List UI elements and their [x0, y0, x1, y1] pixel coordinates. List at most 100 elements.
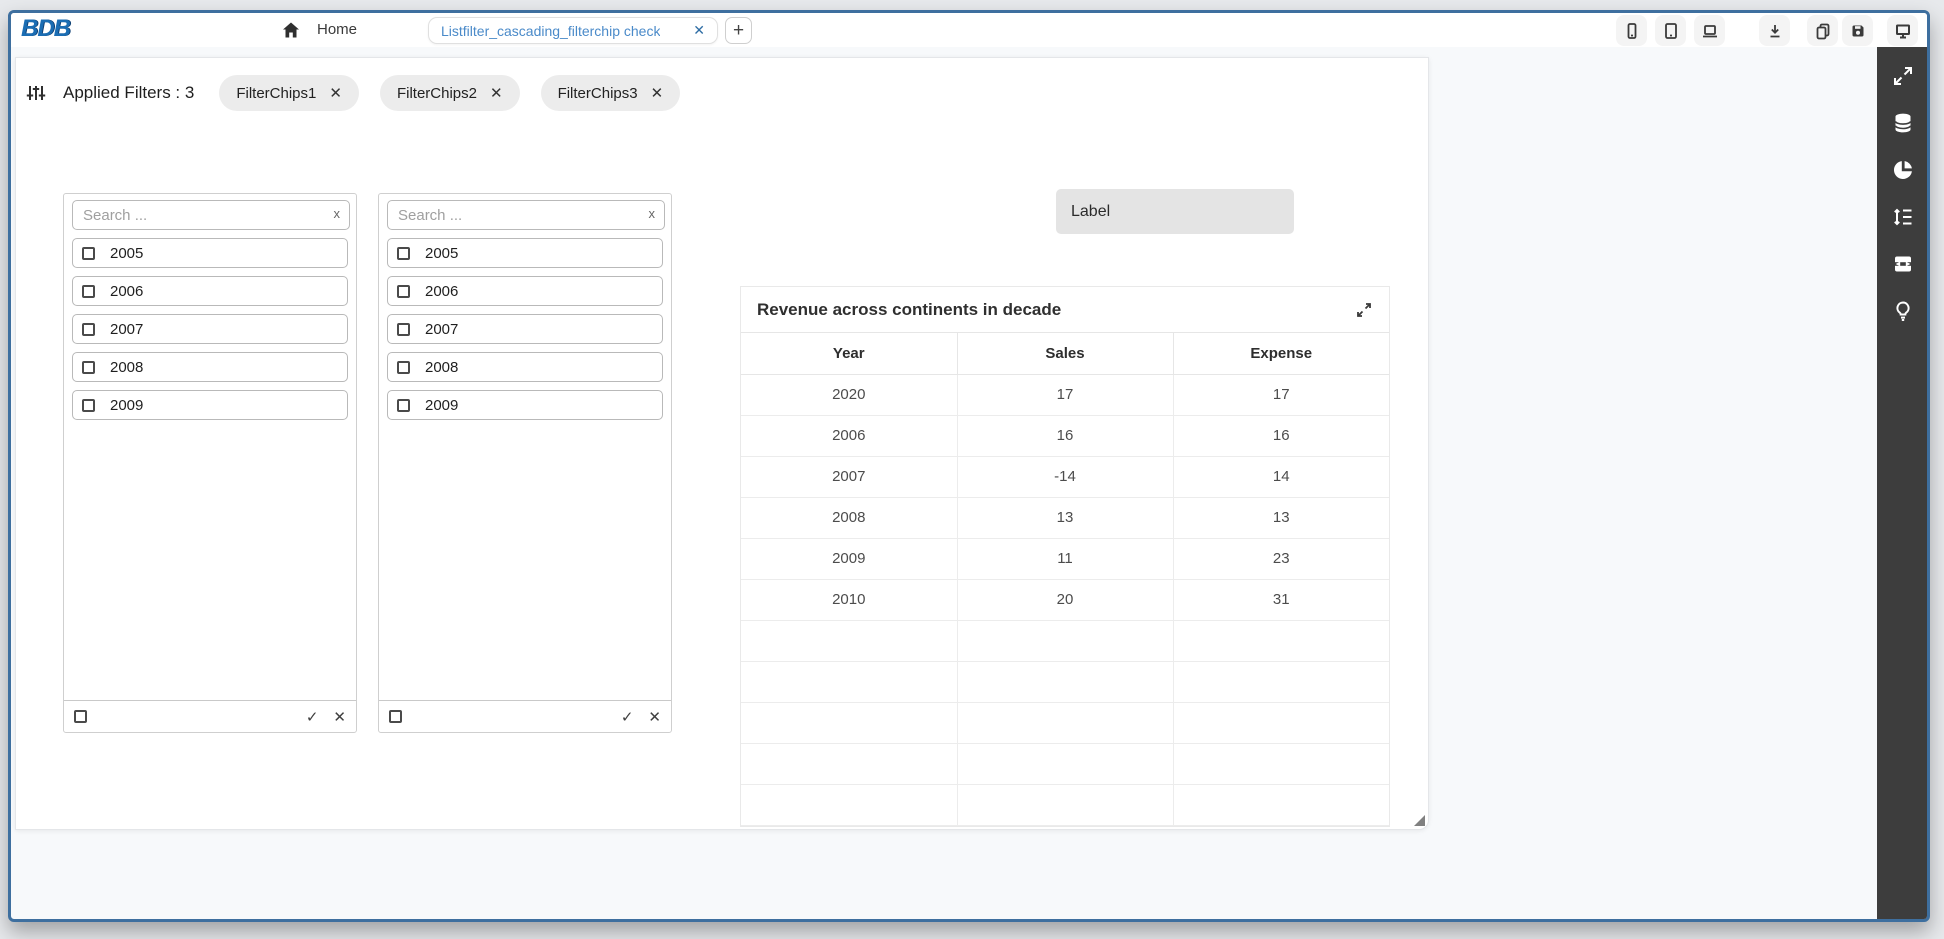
list-item[interactable]: 2009 [387, 390, 663, 420]
duplicate-icon[interactable] [1807, 15, 1838, 46]
app-window: BDB Home Listfilter_cascading_filterchip… [8, 10, 1930, 922]
filter-chip[interactable]: FilterChips2 ✕ [380, 75, 520, 111]
cell-sales: -14 [957, 456, 1173, 497]
filter-chip-label: FilterChips3 [558, 85, 638, 102]
cell-expense: 17 [1173, 374, 1389, 415]
year-list: 2005 2006 2007 2008 2009 [387, 238, 663, 420]
download-icon[interactable] [1759, 15, 1790, 46]
table-row: 2008 13 13 [741, 497, 1389, 538]
charts-icon[interactable] [1891, 158, 1915, 182]
list-item[interactable]: 2009 [72, 390, 348, 420]
close-icon[interactable]: ✕ [490, 84, 503, 102]
checkbox[interactable] [82, 285, 95, 298]
filter-chip-label: FilterChips1 [236, 85, 316, 102]
list-item[interactable]: 2007 [72, 314, 348, 344]
list-item[interactable]: 2007 [387, 314, 663, 344]
list-item-label: 2006 [110, 283, 143, 300]
list-item[interactable]: 2005 [72, 238, 348, 268]
list-properties-icon[interactable] [1891, 205, 1915, 229]
list-item[interactable]: 2008 [387, 352, 663, 382]
filter-chip-list: FilterChips1 ✕ FilterChips2 ✕ FilterChip… [219, 75, 680, 111]
cell-sales: 11 [957, 538, 1173, 579]
table-row: 2010 20 31 [741, 579, 1389, 620]
tab-close-icon[interactable]: ✕ [685, 22, 705, 39]
filter-sliders-icon[interactable] [26, 83, 46, 103]
search-input[interactable] [73, 201, 349, 229]
checkbox[interactable] [397, 399, 410, 412]
checkbox[interactable] [397, 361, 410, 374]
list-item-label: 2008 [425, 359, 458, 376]
swap-widget-icon[interactable] [1891, 252, 1915, 276]
checkbox[interactable] [397, 285, 410, 298]
filter-chip[interactable]: FilterChips3 ✕ [541, 75, 681, 111]
close-icon[interactable]: ✕ [651, 84, 664, 102]
cell-expense [1173, 702, 1389, 743]
laptop-preview-icon[interactable] [1694, 15, 1725, 46]
list-item[interactable]: 2006 [387, 276, 663, 306]
search-clear-icon[interactable]: x [334, 206, 341, 221]
checkbox[interactable] [82, 323, 95, 336]
expand-icon[interactable] [1355, 301, 1373, 319]
checkbox[interactable] [82, 361, 95, 374]
table-row: 2009 11 23 [741, 538, 1389, 579]
table-row [741, 743, 1389, 784]
new-tab-button[interactable]: + [725, 17, 752, 44]
table-row: 2006 16 16 [741, 415, 1389, 456]
cell-sales: 20 [957, 579, 1173, 620]
desktop-preview-icon[interactable] [1887, 15, 1918, 46]
cell-year: 2010 [741, 579, 957, 620]
table-widget: Revenue across continents in decade Year… [740, 286, 1390, 827]
label-widget: Label [1056, 189, 1294, 234]
cancel-icon[interactable]: ✕ [333, 708, 346, 726]
table-row: 2007 -14 14 [741, 456, 1389, 497]
list-filter-footer: ✓ ✕ [64, 700, 356, 732]
expand-icon[interactable] [1891, 64, 1915, 88]
list-item[interactable]: 2008 [72, 352, 348, 382]
cell-sales: 13 [957, 497, 1173, 538]
cancel-icon[interactable]: ✕ [648, 708, 661, 726]
dashboard-tab-title: Listfilter_cascading_filterchip check [441, 23, 660, 39]
close-icon[interactable]: ✕ [329, 84, 342, 102]
checkbox[interactable] [82, 247, 95, 260]
search-clear-icon[interactable]: x [649, 206, 656, 221]
tablet-preview-icon[interactable] [1655, 15, 1686, 46]
select-all-checkbox[interactable] [389, 710, 402, 723]
cell-sales: 17 [957, 374, 1173, 415]
canvas-resize-handle[interactable] [1414, 815, 1425, 826]
list-item[interactable]: 2005 [387, 238, 663, 268]
cell-expense [1173, 661, 1389, 702]
year-list: 2005 2006 2007 2008 2009 [72, 238, 348, 420]
home-label[interactable]: Home [317, 13, 357, 47]
home-icon[interactable] [281, 20, 301, 40]
cell-expense [1173, 620, 1389, 661]
select-all-checkbox[interactable] [74, 710, 87, 723]
list-item-label: 2009 [425, 397, 458, 414]
checkbox[interactable] [397, 323, 410, 336]
search-input[interactable] [388, 201, 664, 229]
mobile-preview-icon[interactable] [1616, 15, 1647, 46]
cell-expense: 13 [1173, 497, 1389, 538]
save-icon[interactable] [1842, 15, 1873, 46]
cell-expense: 23 [1173, 538, 1389, 579]
datastore-icon[interactable] [1891, 111, 1915, 135]
table-row [741, 702, 1389, 743]
dashboard-tab[interactable]: Listfilter_cascading_filterchip check ✕ [428, 17, 718, 44]
cell-sales [957, 661, 1173, 702]
cell-sales [957, 743, 1173, 784]
checkbox[interactable] [82, 399, 95, 412]
cell-year: 2008 [741, 497, 957, 538]
table-header-row: Year Sales Expense [741, 333, 1389, 374]
filter-chip[interactable]: FilterChips1 ✕ [219, 75, 359, 111]
insights-bulb-icon[interactable] [1891, 299, 1915, 323]
apply-icon[interactable]: ✓ [306, 708, 319, 726]
checkbox[interactable] [397, 247, 410, 260]
table-empty-rows [741, 620, 1389, 825]
list-item[interactable]: 2006 [72, 276, 348, 306]
table-body: 2020 17 17 2006 16 16 2007 -14 14 2008 1… [741, 374, 1389, 620]
col-header-expense: Expense [1173, 333, 1389, 374]
apply-icon[interactable]: ✓ [621, 708, 634, 726]
bdb-logo: BDB [21, 15, 70, 43]
top-header: BDB Home Listfilter_cascading_filterchip… [11, 13, 1927, 47]
revenue-table: Year Sales Expense 2020 17 17 2006 16 16… [741, 333, 1389, 826]
cell-year: 2020 [741, 374, 957, 415]
